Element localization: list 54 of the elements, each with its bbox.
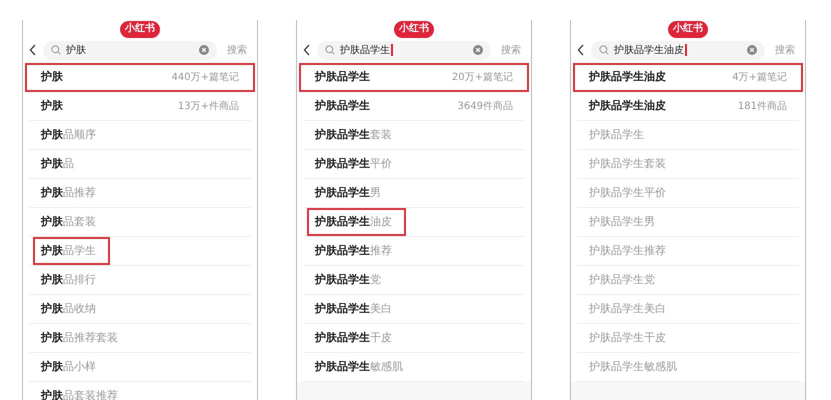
- search-field[interactable]: 护肤品学生油皮: [591, 40, 765, 60]
- search-query: 护肤品学生油皮: [614, 42, 686, 58]
- clear-icon[interactable]: [199, 45, 209, 55]
- search-icon: [599, 45, 609, 55]
- clear-icon[interactable]: [747, 45, 757, 55]
- result-count: 20万+篇笔记: [452, 71, 513, 85]
- result-row[interactable]: 护肤 440万+篇笔记: [25, 63, 255, 92]
- suggestion-item[interactable]: 护肤品套装: [41, 214, 96, 230]
- suggestion-item[interactable]: 护肤品排行: [41, 272, 96, 288]
- app-logo: 小红书: [394, 21, 434, 38]
- app-logo: 小红书: [120, 21, 160, 38]
- search-query: 护肤品学生: [340, 42, 392, 58]
- result-text: 护肤品学生油皮: [589, 98, 666, 114]
- result-text: 护肤: [41, 98, 63, 114]
- result-count: 4万+篇笔记: [732, 71, 787, 85]
- suggestion-item[interactable]: 护肤品: [41, 156, 74, 172]
- result-count: 440万+篇笔记: [172, 71, 239, 85]
- result-text: 护肤品学生: [315, 98, 370, 114]
- suggestion-item[interactable]: 护肤品学生套装: [315, 126, 392, 144]
- suggestion-item[interactable]: 护肤品学生推荐: [315, 242, 392, 260]
- suggestion-item[interactable]: 护肤品小样: [41, 358, 96, 376]
- suggestion-item[interactable]: 护肤品学生干皮: [315, 330, 392, 346]
- suggestion-item[interactable]: 护肤品学生: [33, 236, 110, 266]
- back-icon[interactable]: [29, 44, 37, 56]
- result-text: 护肤: [41, 69, 63, 86]
- result-row[interactable]: 护肤品学生油皮 181件商品: [577, 92, 799, 121]
- result-row[interactable]: 护肤品学生 20万+篇笔记: [299, 63, 529, 92]
- result-text: 护肤品学生: [315, 69, 370, 86]
- clear-icon[interactable]: [473, 45, 483, 55]
- suggestion-item[interactable]: 护肤品学生党: [315, 272, 381, 288]
- search-field[interactable]: 护肤: [43, 40, 217, 60]
- result-row[interactable]: 护肤品学生油皮 4万+篇笔记: [573, 63, 803, 92]
- suggestion-item[interactable]: 护肤品学生男: [315, 184, 381, 202]
- app-logo: 小红书: [668, 21, 708, 38]
- suggestion-item[interactable]: 护肤品学生油皮: [307, 208, 406, 236]
- suggestion-item[interactable]: 护肤品学生平价: [315, 156, 392, 172]
- search-query: 护肤: [66, 44, 86, 58]
- result-row[interactable]: 护肤 13万+件商品: [29, 92, 251, 121]
- result-count: 13万+件商品: [178, 100, 239, 114]
- result-text: 护肤品学生油皮: [589, 69, 666, 86]
- suggestion-item[interactable]: 护肤品学生敏感肌: [315, 358, 403, 376]
- result-row[interactable]: 护肤品学生 3649件商品: [303, 92, 525, 121]
- back-icon[interactable]: [577, 44, 585, 56]
- search-icon: [325, 45, 335, 55]
- suggestion-item[interactable]: 护肤品推荐: [41, 184, 96, 202]
- suggestion-item[interactable]: 护肤品学生美白: [315, 300, 392, 318]
- result-count: 181件商品: [738, 100, 787, 114]
- search-icon: [51, 45, 61, 55]
- suggestion-item[interactable]: 护肤品推荐套装: [41, 330, 118, 346]
- search-field[interactable]: 护肤品学生: [317, 40, 491, 60]
- suggestion-item[interactable]: 护肤品顺序: [41, 126, 96, 144]
- back-icon[interactable]: [303, 44, 311, 56]
- suggestion-item[interactable]: 护肤品收纳: [41, 300, 96, 318]
- result-count: 3649件商品: [458, 100, 513, 114]
